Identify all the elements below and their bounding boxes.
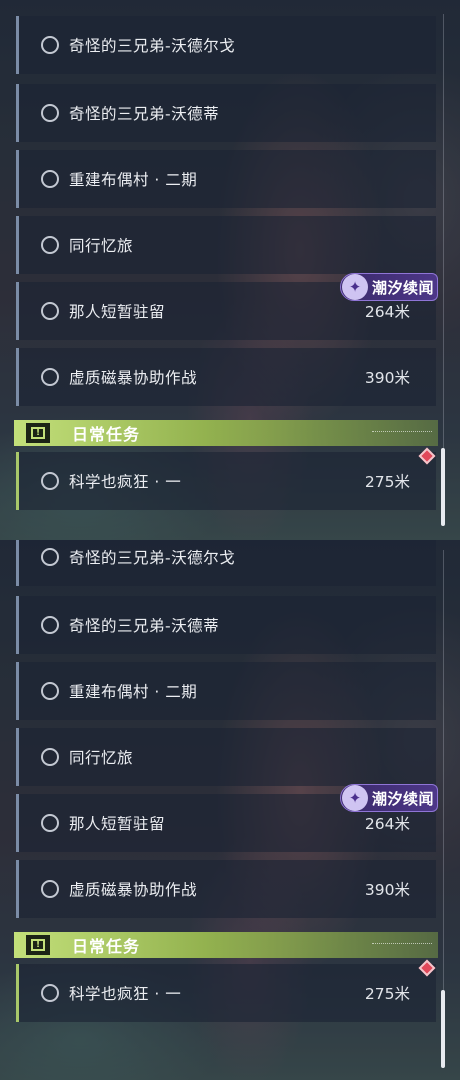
radio-icon[interactable] [41,302,59,320]
daily-quest-item[interactable]: 科学也疯狂 · 一 275米 [16,964,436,1022]
quest-label: 奇怪的三兄弟-沃德蒂 [69,105,220,123]
quest-label: 虚质磁暴协助作战 [69,881,198,899]
radio-icon[interactable] [41,472,59,490]
quest-item[interactable]: 奇怪的三兄弟-沃德尔戈 [16,540,436,586]
tide-event-badge[interactable]: ✦ 潮汐续闻 [340,784,438,812]
quest-label: 奇怪的三兄弟-沃德尔戈 [69,549,236,567]
quest-label: 奇怪的三兄弟-沃德尔戈 [69,37,236,55]
quest-distance: 390米 [364,881,410,899]
radio-icon[interactable] [41,616,59,634]
daily-quest-item[interactable]: 科学也疯狂 · 一 275米 [16,452,436,510]
quest-label: 重建布偶村 · 二期 [69,171,198,189]
quest-panel-bottom: 奇怪的三兄弟-沃德尔戈 奇怪的三兄弟-沃德蒂 重建布偶村 · 二期 同行忆旅 那… [0,540,460,1080]
radio-icon[interactable] [41,748,59,766]
radio-icon[interactable] [41,682,59,700]
exclamation-icon: ! [26,935,50,955]
quest-distance: 275米 [364,473,410,491]
quest-label: 那人短暂驻留 [69,303,166,321]
quest-item[interactable]: 奇怪的三兄弟-沃德尔戈 [16,16,436,74]
quest-distance: 390米 [364,369,410,387]
radio-icon[interactable] [41,814,59,832]
radio-icon[interactable] [41,984,59,1002]
quest-item[interactable]: 重建布偶村 · 二期 [16,150,436,208]
quest-item[interactable]: 奇怪的三兄弟-沃德蒂 [16,84,436,142]
quest-label: 重建布偶村 · 二期 [69,683,198,701]
tide-event-icon: ✦ [342,274,368,300]
quest-item[interactable]: 重建布偶村 · 二期 [16,662,436,720]
badge-label: 潮汐续闻 [372,278,435,297]
radio-icon[interactable] [41,368,59,386]
radio-icon[interactable] [41,104,59,122]
radio-icon[interactable] [41,880,59,898]
quest-label: 同行忆旅 [69,749,134,767]
section-title: 日常任务 [72,937,141,956]
header-decoration [372,943,432,947]
quest-item[interactable]: 同行忆旅 [16,216,436,274]
radio-icon[interactable] [41,548,59,566]
exclamation-icon: ! [26,423,50,443]
quest-distance: 264米 [364,303,410,321]
daily-section-header[interactable]: ! 日常任务 [14,420,438,446]
quest-item[interactable]: 同行忆旅 [16,728,436,786]
quest-item[interactable]: 虚质磁暴协助作战 390米 [16,348,436,406]
quest-label: 虚质磁暴协助作战 [69,369,198,387]
quest-label: 科学也疯狂 · 一 [69,985,182,1003]
badge-label: 潮汐续闻 [372,789,435,808]
quest-label: 奇怪的三兄弟-沃德蒂 [69,617,220,635]
radio-icon[interactable] [41,36,59,54]
quest-item[interactable]: 奇怪的三兄弟-沃德蒂 [16,596,436,654]
quest-label: 同行忆旅 [69,237,134,255]
section-title: 日常任务 [72,425,141,444]
radio-icon[interactable] [41,236,59,254]
quest-label: 科学也疯狂 · 一 [69,473,182,491]
quest-distance: 264米 [364,815,410,833]
quest-item[interactable]: 虚质磁暴协助作战 390米 [16,860,436,918]
scrollbar-thumb[interactable] [441,448,445,526]
quest-panel-top: 奇怪的三兄弟-沃德尔戈 奇怪的三兄弟-沃德蒂 重建布偶村 · 二期 同行忆旅 那… [0,0,460,540]
scrollbar-thumb[interactable] [441,990,445,1068]
daily-section-header[interactable]: ! 日常任务 [14,932,438,958]
header-decoration [372,431,432,435]
quest-label: 那人短暂驻留 [69,815,166,833]
radio-icon[interactable] [41,170,59,188]
tide-event-badge[interactable]: ✦ 潮汐续闻 [340,273,438,301]
quest-distance: 275米 [364,985,410,1003]
tide-event-icon: ✦ [342,785,368,811]
